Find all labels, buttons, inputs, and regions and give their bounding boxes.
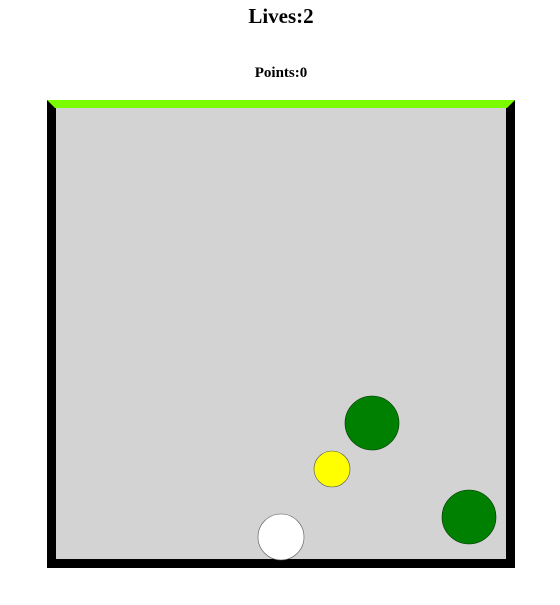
play-field (56, 108, 506, 559)
game-canvas[interactable] (47, 100, 515, 568)
game-arena[interactable] (47, 100, 515, 568)
enemy-ball (441, 489, 497, 545)
lives-counter: Lives:2 (248, 4, 314, 28)
player-ball[interactable] (257, 513, 305, 561)
target-ball (313, 450, 351, 488)
goal-edge (47, 100, 515, 108)
enemy-ball (344, 395, 400, 451)
points-counter: Points:0 (254, 65, 308, 81)
